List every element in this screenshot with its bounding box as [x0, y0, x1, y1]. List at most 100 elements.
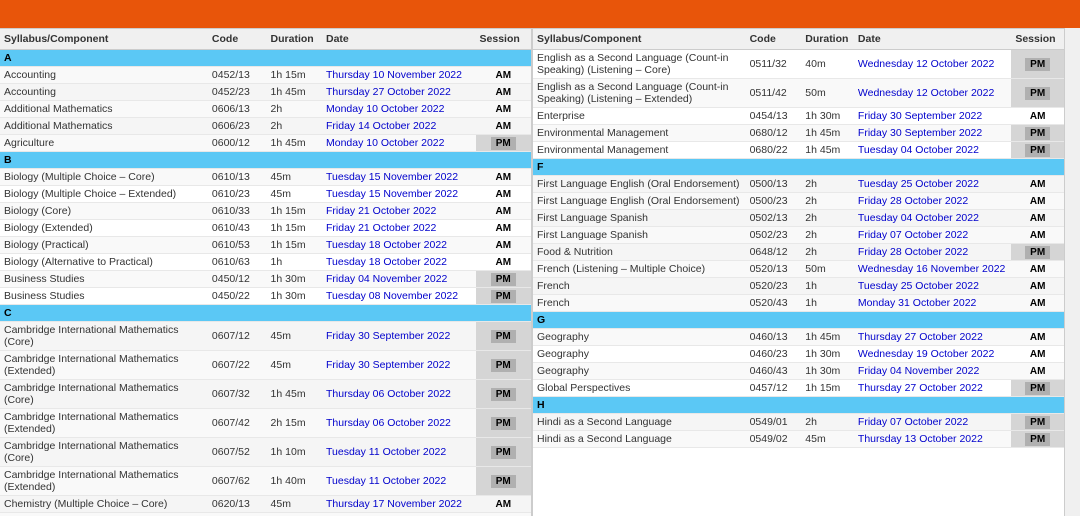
cell-code: 0680/12 [746, 125, 802, 142]
table-row: Geography0460/431h 30mFriday 04 November… [533, 363, 1064, 380]
col-header-syllabus-1: Syllabus/Component [0, 29, 208, 50]
cell-code: 0450/12 [208, 271, 267, 288]
cell-date: Tuesday 25 October 2022 [854, 176, 1011, 193]
cell-syllabus: Business Studies [0, 271, 208, 288]
cell-code: 0457/12 [746, 380, 802, 397]
cell-duration: 1h 30m [267, 288, 322, 305]
cell-session: PM [476, 467, 531, 496]
cell-duration: 2h [267, 101, 322, 118]
tables-container: Syllabus/Component Code Duration Date Se… [0, 28, 1080, 516]
section-header-b: B [0, 152, 531, 169]
table-row: Global Perspectives0457/121h 15mThursday… [533, 380, 1064, 397]
cell-date: Thursday 17 November 2022 [322, 513, 476, 516]
section-header-g: G [533, 312, 1064, 329]
cell-duration: 1h 45m [267, 380, 322, 409]
col-header-duration-1: Duration [267, 29, 322, 50]
app-header [0, 0, 1080, 28]
cell-syllabus: Hindi as a Second Language [533, 414, 746, 431]
cell-code: 0680/22 [746, 142, 802, 159]
table-row: Enterprise0454/131h 30mFriday 30 Septemb… [533, 108, 1064, 125]
cell-syllabus: French [533, 295, 746, 312]
table-row: Biology (Practical)0610/531h 15mTuesday … [0, 237, 531, 254]
table-row: Environmental Management0680/221h 45mTue… [533, 142, 1064, 159]
cell-code: 0502/23 [746, 227, 802, 244]
cell-duration: 2h [801, 193, 854, 210]
cell-syllabus: Cambridge International Mathematics (Ext… [0, 409, 208, 438]
table-row: Chemistry (Multiple Choice – Extended)06… [0, 513, 531, 516]
cell-syllabus: Cambridge International Mathematics (Ext… [0, 351, 208, 380]
cell-syllabus: Additional Mathematics [0, 118, 208, 135]
cell-code: 0610/13 [208, 169, 267, 186]
cell-duration: 1h 10m [267, 438, 322, 467]
cell-duration: 45m [267, 351, 322, 380]
cell-session: PM [1011, 79, 1064, 108]
cell-session: AM [1011, 329, 1064, 346]
cell-date: Friday 04 November 2022 [854, 363, 1011, 380]
cell-code: 0620/13 [208, 496, 267, 513]
cell-session: AM [476, 496, 531, 513]
section-header-h: H [533, 397, 1064, 414]
cell-syllabus: Accounting [0, 84, 208, 101]
cell-syllabus: Biology (Alternative to Practical) [0, 254, 208, 271]
cell-code: 0607/42 [208, 409, 267, 438]
cell-code: 0610/43 [208, 220, 267, 237]
cell-duration: 1h 30m [801, 363, 854, 380]
cell-duration: 2h [801, 227, 854, 244]
cell-duration: 45m [267, 513, 322, 516]
cell-session: PM [476, 380, 531, 409]
table-row: Biology (Extended)0610/431h 15mFriday 21… [0, 220, 531, 237]
table-row: French0520/431hMonday 31 October 2022AM [533, 295, 1064, 312]
cell-code: 0511/42 [746, 79, 802, 108]
table-row: First Language English (Oral Endorsement… [533, 193, 1064, 210]
cell-date: Friday 28 October 2022 [854, 244, 1011, 261]
cell-session: AM [1011, 278, 1064, 295]
cell-session: AM [476, 254, 531, 271]
cell-date: Friday 30 September 2022 [854, 125, 1011, 142]
cell-date: Thursday 06 October 2022 [322, 380, 476, 409]
cell-duration: 45m [801, 431, 854, 448]
cell-code: 0452/23 [208, 84, 267, 101]
cell-duration: 50m [801, 79, 854, 108]
cell-date: Tuesday 04 October 2022 [854, 210, 1011, 227]
cell-date: Tuesday 11 October 2022 [322, 438, 476, 467]
cell-date: Tuesday 15 November 2022 [322, 186, 476, 203]
cell-date: Friday 30 September 2022 [322, 322, 476, 351]
cell-session: PM [1011, 142, 1064, 159]
cell-session: AM [1011, 108, 1064, 125]
cell-duration: 1h 45m [267, 84, 322, 101]
cell-syllabus: Cambridge International Mathematics (Ext… [0, 467, 208, 496]
cell-syllabus: English as a Second Language (Count-in S… [533, 79, 746, 108]
cell-duration: 2h 15m [267, 409, 322, 438]
cell-duration: 1h 30m [801, 346, 854, 363]
cell-session: PM [476, 351, 531, 380]
cell-duration: 45m [267, 322, 322, 351]
cell-date: Wednesday 12 October 2022 [854, 79, 1011, 108]
table-row: Food & Nutrition0648/122hFriday 28 Octob… [533, 244, 1064, 261]
right-table: Syllabus/Component Code Duration Date Se… [533, 28, 1064, 448]
cell-session: PM [1011, 244, 1064, 261]
col-header-code-2: Code [746, 29, 802, 50]
cell-session: AM [476, 169, 531, 186]
cell-duration: 1h [801, 295, 854, 312]
table-row: Environmental Management0680/121h 45mFri… [533, 125, 1064, 142]
cell-syllabus: French [533, 278, 746, 295]
cell-date: Friday 04 November 2022 [322, 271, 476, 288]
table-row: Geography0460/131h 45mThursday 27 Octobe… [533, 329, 1064, 346]
cell-syllabus: Agriculture [0, 135, 208, 152]
cell-session: PM [476, 438, 531, 467]
table-row: Biology (Multiple Choice – Extended)0610… [0, 186, 531, 203]
cell-date: Thursday 17 November 2022 [322, 496, 476, 513]
cell-code: 0452/13 [208, 67, 267, 84]
cell-date: Wednesday 12 October 2022 [854, 50, 1011, 79]
cell-session: AM [476, 203, 531, 220]
table-row: Cambridge International Mathematics (Ext… [0, 351, 531, 380]
table-row: French (Listening – Multiple Choice)0520… [533, 261, 1064, 278]
cell-syllabus: Additional Mathematics [0, 101, 208, 118]
col-header-date-2: Date [854, 29, 1011, 50]
cell-code: 0606/13 [208, 101, 267, 118]
cell-date: Friday 07 October 2022 [854, 227, 1011, 244]
cell-syllabus: First Language English (Oral Endorsement… [533, 193, 746, 210]
cell-duration: 2h [801, 244, 854, 261]
cell-syllabus: Environmental Management [533, 142, 746, 159]
col-header-code-1: Code [208, 29, 267, 50]
